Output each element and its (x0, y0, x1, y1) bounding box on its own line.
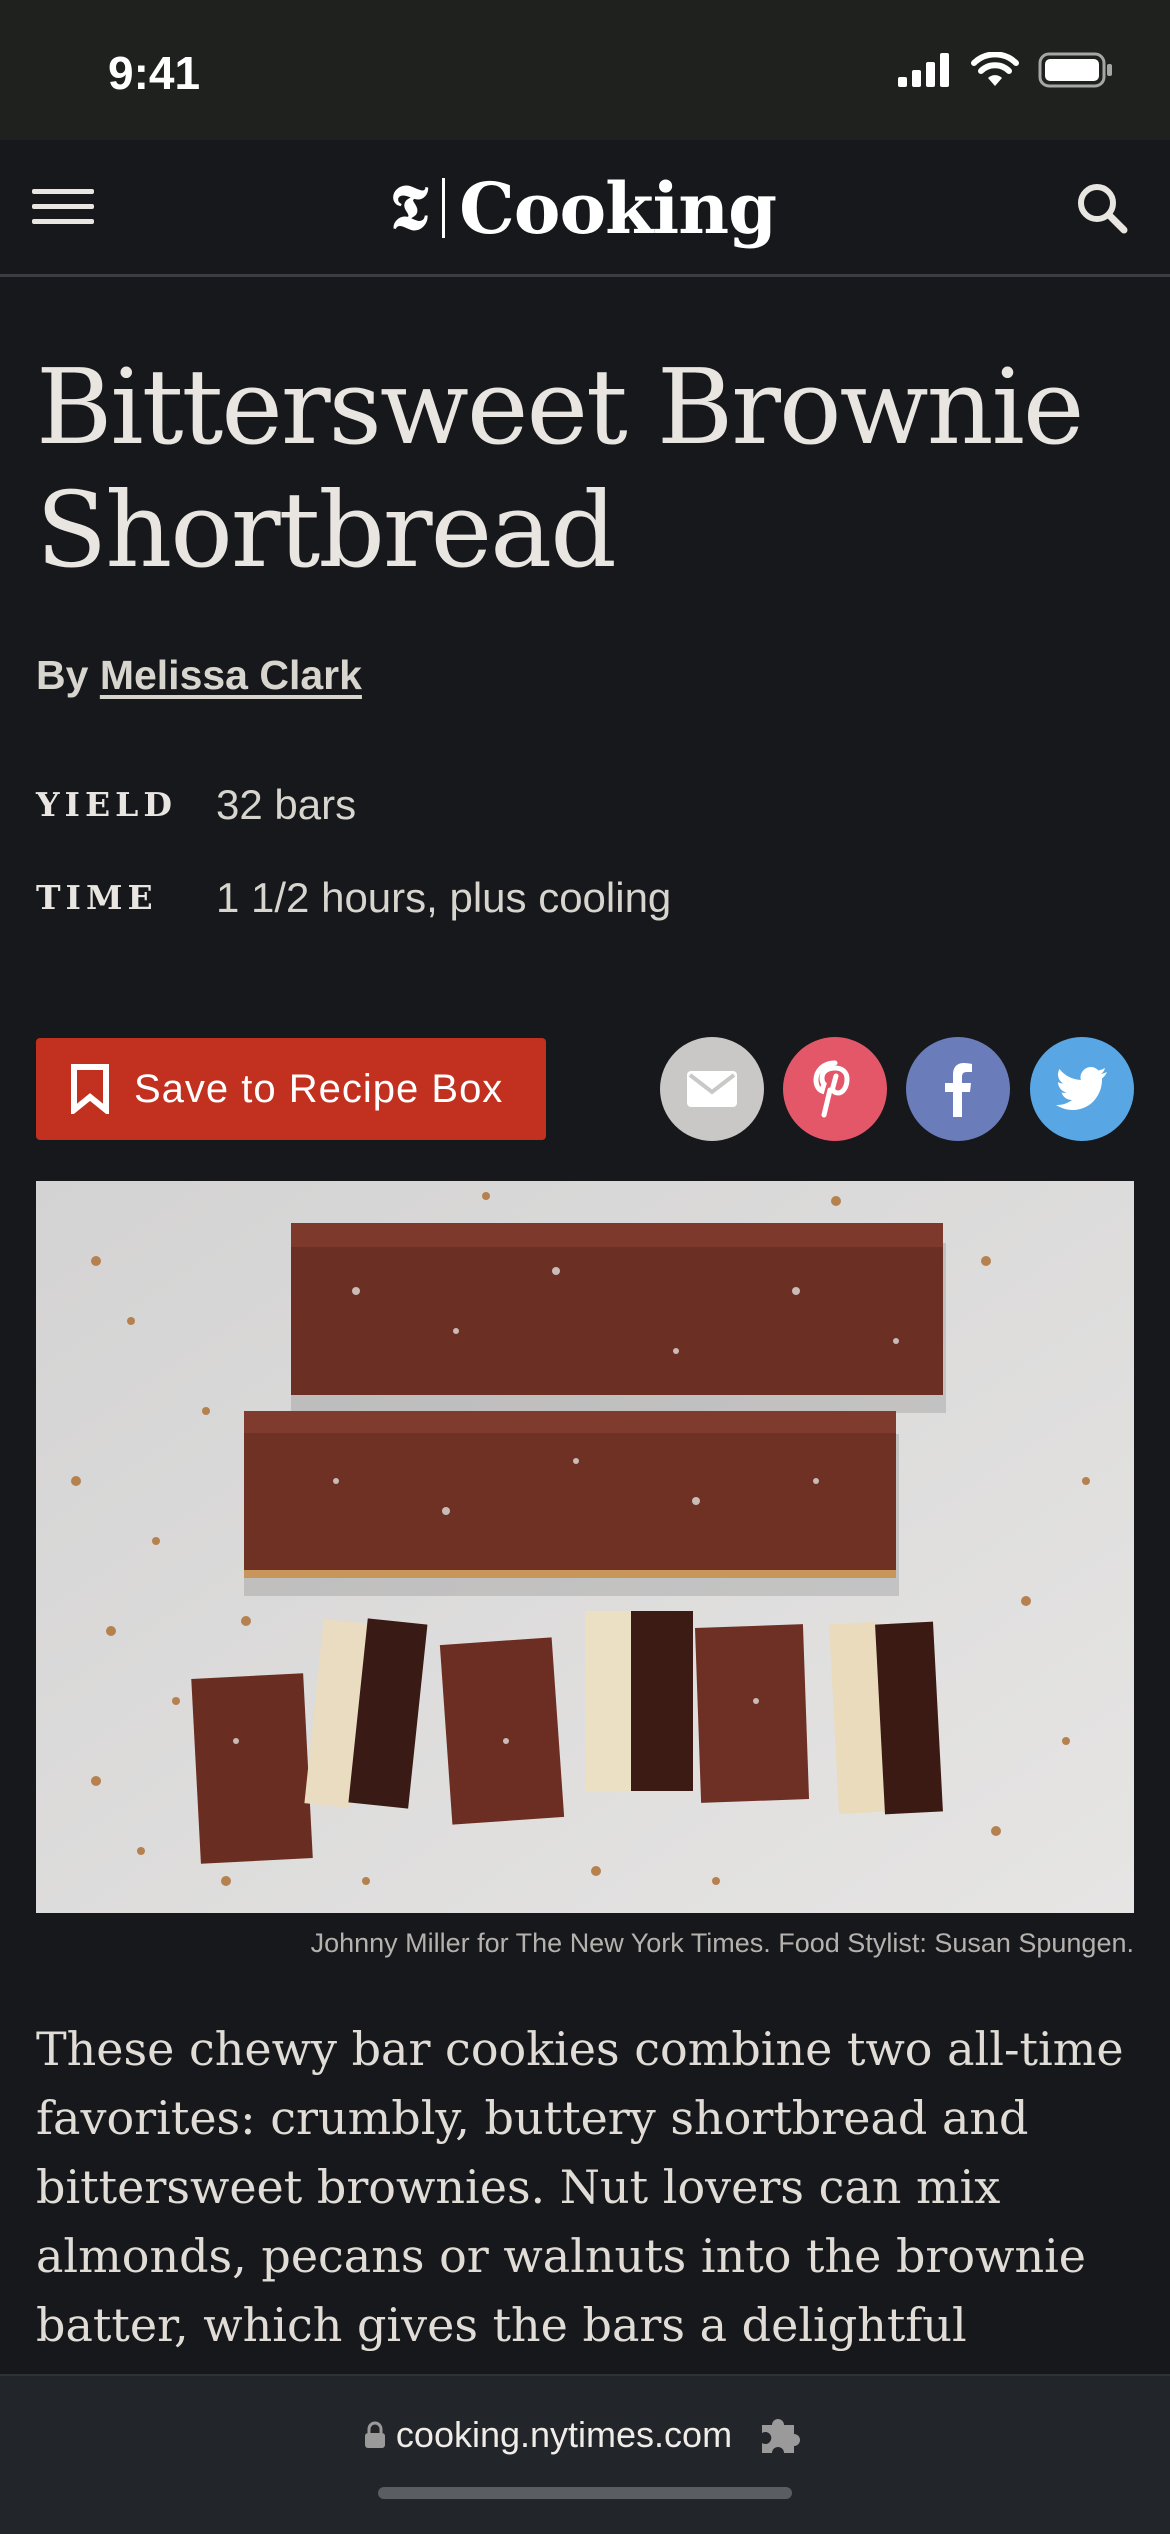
photo-credit: Johnny Miller for The New York Times. Fo… (310, 1928, 1134, 1958)
browser-address-bar[interactable]: cooking.nytimes.com (0, 2374, 1170, 2534)
cooking-logo[interactable]: 𝕿 Cooking (390, 166, 777, 250)
menu-icon[interactable] (32, 189, 94, 225)
facebook-icon (945, 1063, 972, 1117)
time-value: 1 1/2 hours, plus cooling (216, 874, 672, 921)
author-link[interactable]: Melissa Clark (100, 652, 362, 698)
logo-divider (442, 178, 446, 238)
byline: By Melissa Clark (36, 652, 362, 699)
yield-label: YIELD (36, 785, 177, 824)
status-bar: 9:41 (0, 0, 1170, 140)
share-facebook-button[interactable] (906, 1037, 1010, 1141)
home-indicator[interactable] (378, 2487, 792, 2499)
battery-icon (1038, 52, 1112, 88)
share-pinterest-button[interactable] (783, 1037, 887, 1141)
byline-prefix: By (36, 652, 89, 698)
share-twitter-button[interactable] (1030, 1037, 1134, 1141)
url-container[interactable]: cooking.nytimes.com (0, 2414, 1170, 2456)
nyt-t-logo: 𝕿 (390, 171, 429, 244)
puzzle-icon[interactable] (756, 2415, 806, 2455)
email-icon (687, 1071, 737, 1107)
yield-value: 32 bars (216, 781, 357, 828)
share-email-button[interactable] (660, 1037, 764, 1141)
save-to-recipe-box-button[interactable]: Save to Recipe Box (36, 1038, 546, 1140)
signal-icon (898, 53, 949, 87)
time-label: TIME (36, 878, 158, 917)
recipe-description: These chewy bar cookies combine two all-… (36, 2022, 1124, 2421)
url-text: cooking.nytimes.com (395, 2414, 733, 2455)
twitter-icon (1056, 1067, 1107, 1110)
recipe-photo (36, 1181, 1134, 1913)
status-time: 9:41 (108, 47, 201, 99)
logo-wordmark: Cooking (459, 166, 777, 250)
status-icons (898, 52, 1114, 88)
wifi-icon (971, 52, 1019, 86)
lock-icon (364, 2421, 385, 2448)
recipe-title: Bittersweet Brownie Shortbread (36, 346, 1084, 591)
search-icon[interactable] (1074, 180, 1130, 236)
save-button-label: Save to Recipe Box (134, 1066, 504, 1111)
pinterest-icon (813, 1060, 850, 1118)
app-header: 𝕿 Cooking (0, 140, 1170, 277)
bookmark-icon (71, 1064, 109, 1114)
